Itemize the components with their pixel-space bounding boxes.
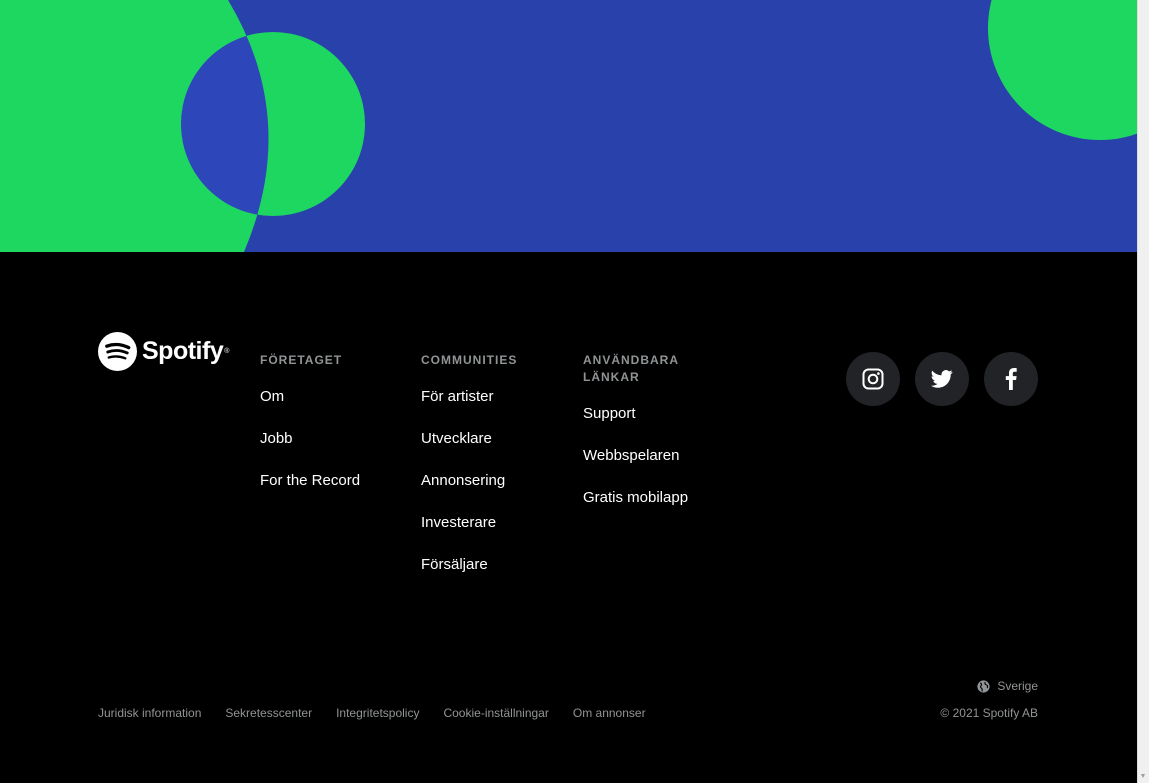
footer-column-company: FÖRETAGET Om Jobb For the Record [260,352,400,514]
footer-link-utvecklare[interactable]: Utvecklare [421,430,492,447]
page-scrollbar[interactable]: ▼ [1137,0,1149,783]
list-item: Jobb [260,430,400,448]
hero-banner [0,0,1138,252]
list-item: Utvecklare [421,430,561,448]
facebook-button[interactable] [984,352,1038,406]
social-links [846,352,1038,406]
footer-link-forsaljare[interactable]: Försäljare [421,556,488,573]
list-item: För artister [421,388,561,406]
list-item: Support [583,405,723,423]
logo-wordmark: Spotify [142,337,224,365]
footer-link-gratis-mobilapp[interactable]: Gratis mobilapp [583,489,688,506]
legal-link-integritetspolicy[interactable]: Integritetspolicy [336,706,419,720]
twitter-button[interactable] [915,352,969,406]
list-item: Annonsering [421,472,561,490]
link-list: Support Webbspelaren Gratis mobilapp [583,405,723,507]
footer-link-for-artister[interactable]: För artister [421,388,494,405]
legal-links: Juridisk information Sekretesscenter Int… [98,706,646,720]
list-item: Investerare [421,514,561,532]
legal-link-sekretesscenter[interactable]: Sekretesscenter [225,706,312,720]
footer-link-investerare[interactable]: Investerare [421,514,496,531]
twitter-icon [931,370,953,388]
globe-icon [977,679,990,693]
footer-link-support[interactable]: Support [583,405,636,422]
footer-column-useful-links: ANVÄNDBARA LÄNKAR Support Webbspelaren G… [583,352,723,531]
column-heading: COMMUNITIES [421,353,518,367]
footer-link-for-the-record[interactable]: For the Record [260,472,360,489]
list-item: Webbspelaren [583,447,723,465]
region-selector[interactable]: Sverige [977,679,1038,693]
footer-link-annonsering[interactable]: Annonsering [421,472,505,489]
list-item: Gratis mobilapp [583,489,723,507]
column-heading: FÖRETAGET [260,353,343,367]
facebook-icon [1005,368,1017,390]
legal-link-juridisk-information[interactable]: Juridisk information [98,706,201,720]
scroll-down-arrow-icon[interactable]: ▼ [1139,773,1147,781]
footer-link-jobb[interactable]: Jobb [260,430,293,447]
list-item: Om [260,388,400,406]
instagram-icon [862,368,884,390]
copyright-text: © 2021 Spotify AB [940,706,1038,720]
spotify-logo[interactable]: Spotify ® [98,332,229,371]
spotify-logo-icon [98,332,137,371]
legal-link-cookie-installningar[interactable]: Cookie-inställningar [443,706,548,720]
legal-link-om-annonser[interactable]: Om annonser [573,706,646,720]
region-label: Sverige [997,679,1038,693]
instagram-button[interactable] [846,352,900,406]
list-item: Försäljare [421,556,561,574]
footer-link-om[interactable]: Om [260,388,284,405]
registered-mark: ® [224,348,230,355]
site-footer: Spotify ® FÖRETAGET Om Jobb For the Recor… [0,252,1138,783]
list-item: For the Record [260,472,400,490]
link-list: Om Jobb For the Record [260,388,400,490]
link-list: För artister Utvecklare Annonsering Inve… [421,388,561,574]
footer-column-communities: COMMUNITIES För artister Utvecklare Anno… [421,352,561,598]
column-heading: ANVÄNDBARA LÄNKAR [583,353,679,384]
hero-decoration [0,0,1138,252]
hero-green-circle-right [988,0,1138,140]
footer-link-webbspelaren[interactable]: Webbspelaren [583,447,679,464]
